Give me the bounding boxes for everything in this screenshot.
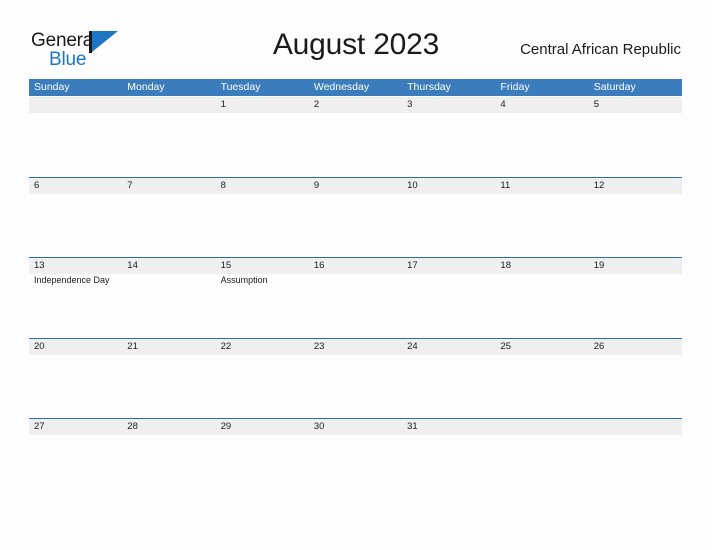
- day-number: 21: [127, 340, 138, 352]
- day-number: 10: [407, 179, 418, 191]
- day-number: 1: [220, 99, 226, 110]
- day-cell[interactable]: 19: [589, 258, 682, 337]
- day-cell[interactable]: 30: [309, 419, 402, 498]
- weekday-header-thursday: Thursday: [407, 81, 451, 93]
- day-cell[interactable]: 29: [216, 419, 309, 498]
- day-cell[interactable]: 25: [495, 339, 588, 418]
- day-number: 27: [34, 421, 45, 432]
- day-number: 9: [313, 179, 320, 191]
- day-number: 3: [407, 99, 413, 110]
- day-number: 15: [220, 260, 232, 271]
- day-number: 8: [220, 179, 226, 191]
- calendar-grid: Sunday Monday Tuesday Wednesday Thursday…: [29, 79, 682, 499]
- day-cell[interactable]: 20: [29, 339, 122, 418]
- weekday-header-sunday: Sunday: [34, 81, 70, 93]
- day-cell[interactable]: 28: [122, 419, 215, 498]
- calendar-page: General Blue August 2023 Central African…: [0, 0, 712, 550]
- day-number: 13: [34, 260, 45, 271]
- day-cell[interactable]: 27: [29, 419, 122, 498]
- week-row: 1 2 3 4 5: [29, 96, 682, 177]
- day-number: 31: [407, 421, 418, 432]
- day-number: 30: [313, 421, 325, 432]
- day-cell[interactable]: 10: [402, 178, 495, 257]
- day-cell[interactable]: 15 Assumption: [216, 258, 309, 337]
- weekday-header-friday: Friday: [500, 81, 530, 93]
- day-cell[interactable]: 31: [402, 419, 495, 498]
- weekday-header-wednesday: Wednesday: [313, 81, 370, 93]
- day-number: 12: [593, 179, 605, 191]
- day-number: 22: [220, 340, 232, 352]
- day-number: 17: [407, 260, 418, 271]
- week-row: 27 28 29 30 31: [29, 418, 682, 499]
- week-row: 6 7 8 9 10 11 12: [29, 176, 682, 258]
- day-number: 4: [500, 99, 506, 110]
- day-cell[interactable]: 26: [589, 339, 682, 418]
- day-cell[interactable]: [589, 419, 682, 498]
- day-cell[interactable]: 13 Independence Day: [29, 258, 122, 337]
- day-number: 23: [313, 340, 325, 352]
- day-number: 18: [500, 260, 511, 271]
- day-number: 29: [220, 421, 232, 432]
- day-cell[interactable]: 11: [495, 178, 588, 257]
- weekday-header-row: Sunday Monday Tuesday Wednesday Thursday…: [29, 79, 682, 96]
- day-event: Independence Day: [34, 275, 110, 285]
- day-cell[interactable]: 3: [402, 97, 495, 176]
- day-cell[interactable]: 9: [309, 178, 402, 257]
- day-event: Assumption: [220, 275, 268, 285]
- week-row: 20 21 22 23 24 25 26: [29, 337, 682, 419]
- day-cell[interactable]: 12: [589, 178, 682, 257]
- day-cell[interactable]: 24: [402, 339, 495, 418]
- day-cell[interactable]: 18: [495, 258, 588, 337]
- day-number: 19: [593, 260, 605, 271]
- week-row: 13 Independence Day 14 15 Assumption 16 …: [29, 257, 682, 338]
- country-label: Central African Republic: [520, 41, 681, 58]
- weekday-header-monday: Monday: [127, 81, 165, 93]
- day-cell[interactable]: 8: [216, 178, 309, 257]
- day-cell[interactable]: 7: [122, 178, 215, 257]
- day-number: 11: [500, 179, 511, 191]
- day-cell[interactable]: 1: [216, 97, 309, 176]
- day-cell[interactable]: 6: [29, 178, 122, 257]
- day-cell[interactable]: 5: [589, 97, 682, 176]
- day-number: 5: [593, 99, 599, 110]
- day-number: 20: [34, 340, 45, 352]
- day-cell[interactable]: 2: [309, 97, 402, 176]
- day-number: 16: [313, 260, 325, 271]
- day-cell[interactable]: 17: [402, 258, 495, 337]
- day-cell[interactable]: 23: [309, 339, 402, 418]
- day-number: 14: [127, 260, 138, 271]
- weekday-header-tuesday: Tuesday: [220, 81, 261, 93]
- day-cell[interactable]: 14: [122, 258, 215, 337]
- day-cell[interactable]: 16: [309, 258, 402, 337]
- day-number: 24: [407, 340, 418, 352]
- day-cell[interactable]: 21: [122, 339, 215, 418]
- day-cell[interactable]: 22: [216, 339, 309, 418]
- day-cell[interactable]: [122, 97, 215, 176]
- page-header: General Blue August 2023 Central African…: [0, 0, 712, 78]
- day-number: 6: [34, 179, 40, 191]
- day-number: 7: [127, 179, 133, 191]
- day-cell[interactable]: [495, 419, 588, 498]
- day-cell[interactable]: [29, 97, 122, 176]
- day-number: 26: [593, 340, 605, 352]
- weekday-header-saturday: Saturday: [593, 81, 636, 93]
- day-cell[interactable]: 4: [495, 97, 588, 176]
- day-number: 25: [500, 340, 511, 352]
- day-number: 28: [127, 421, 138, 432]
- day-number: 2: [313, 99, 320, 110]
